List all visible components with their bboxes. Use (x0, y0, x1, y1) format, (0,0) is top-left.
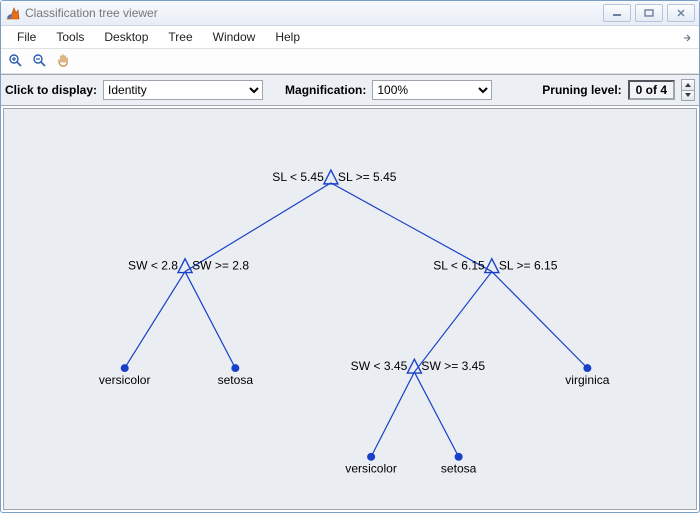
display-select[interactable]: Identity (103, 80, 263, 100)
title-bar: Classification tree viewer (1, 1, 699, 26)
menu-file[interactable]: File (7, 28, 46, 46)
zoom-out-icon[interactable] (31, 52, 49, 70)
leaf-versicolor: versicolor (99, 373, 151, 387)
node-rl2-right-label: SW >= 3.45 (421, 359, 485, 373)
tree-canvas[interactable]: SL < 5.45 SL >= 5.45 SW < 2.8 SW >= 2.8 … (3, 108, 697, 510)
pruning-level-value: 0 of 4 (628, 80, 675, 100)
menu-desktop[interactable]: Desktop (94, 28, 158, 46)
window-title: Classification tree viewer (25, 6, 603, 20)
pan-icon[interactable] (55, 52, 73, 70)
click-to-display-label: Click to display: (5, 83, 99, 97)
leaf-setosa: setosa (218, 373, 254, 387)
pruning-down-icon[interactable] (681, 90, 695, 102)
magnification-label: Magnification: (285, 83, 368, 97)
node-r1-right-label: SL >= 6.15 (499, 259, 558, 273)
matlab-icon (5, 5, 21, 21)
menu-tools[interactable]: Tools (46, 28, 94, 46)
node-rl2-left-label: SW < 3.45 (351, 359, 408, 373)
node-root-left-label: SL < 5.45 (272, 170, 324, 184)
option-bar: Click to display: Identity Magnification… (1, 74, 699, 106)
minimize-button[interactable] (603, 4, 631, 22)
pruning-spinner[interactable] (681, 79, 695, 101)
pruning-up-icon[interactable] (681, 79, 695, 90)
close-button[interactable] (667, 4, 695, 22)
menu-help[interactable]: Help (265, 28, 310, 46)
magnification-select[interactable]: 100% (372, 80, 492, 100)
node-root-right-label: SL >= 5.45 (338, 170, 397, 184)
zoom-in-icon[interactable] (7, 52, 25, 70)
maximize-button[interactable] (635, 4, 663, 22)
menu-tree[interactable]: Tree (158, 28, 202, 46)
pruning-level-label: Pruning level: (542, 83, 623, 97)
node-r1-left-label: SL < 6.15 (433, 259, 485, 273)
node-l1-right-label: SW >= 2.8 (192, 259, 249, 273)
menu-window[interactable]: Window (203, 28, 266, 46)
toolbar (1, 49, 699, 74)
node-l1-left-label: SW < 2.8 (128, 259, 178, 273)
menu-bar: File Tools Desktop Tree Window Help (1, 26, 699, 49)
leaf-versicolor-2: versicolor (345, 462, 397, 476)
leaf-setosa-2: setosa (441, 462, 477, 476)
leaf-virginica: virginica (565, 373, 610, 387)
window-controls (603, 4, 695, 22)
dock-icon[interactable] (679, 26, 693, 48)
